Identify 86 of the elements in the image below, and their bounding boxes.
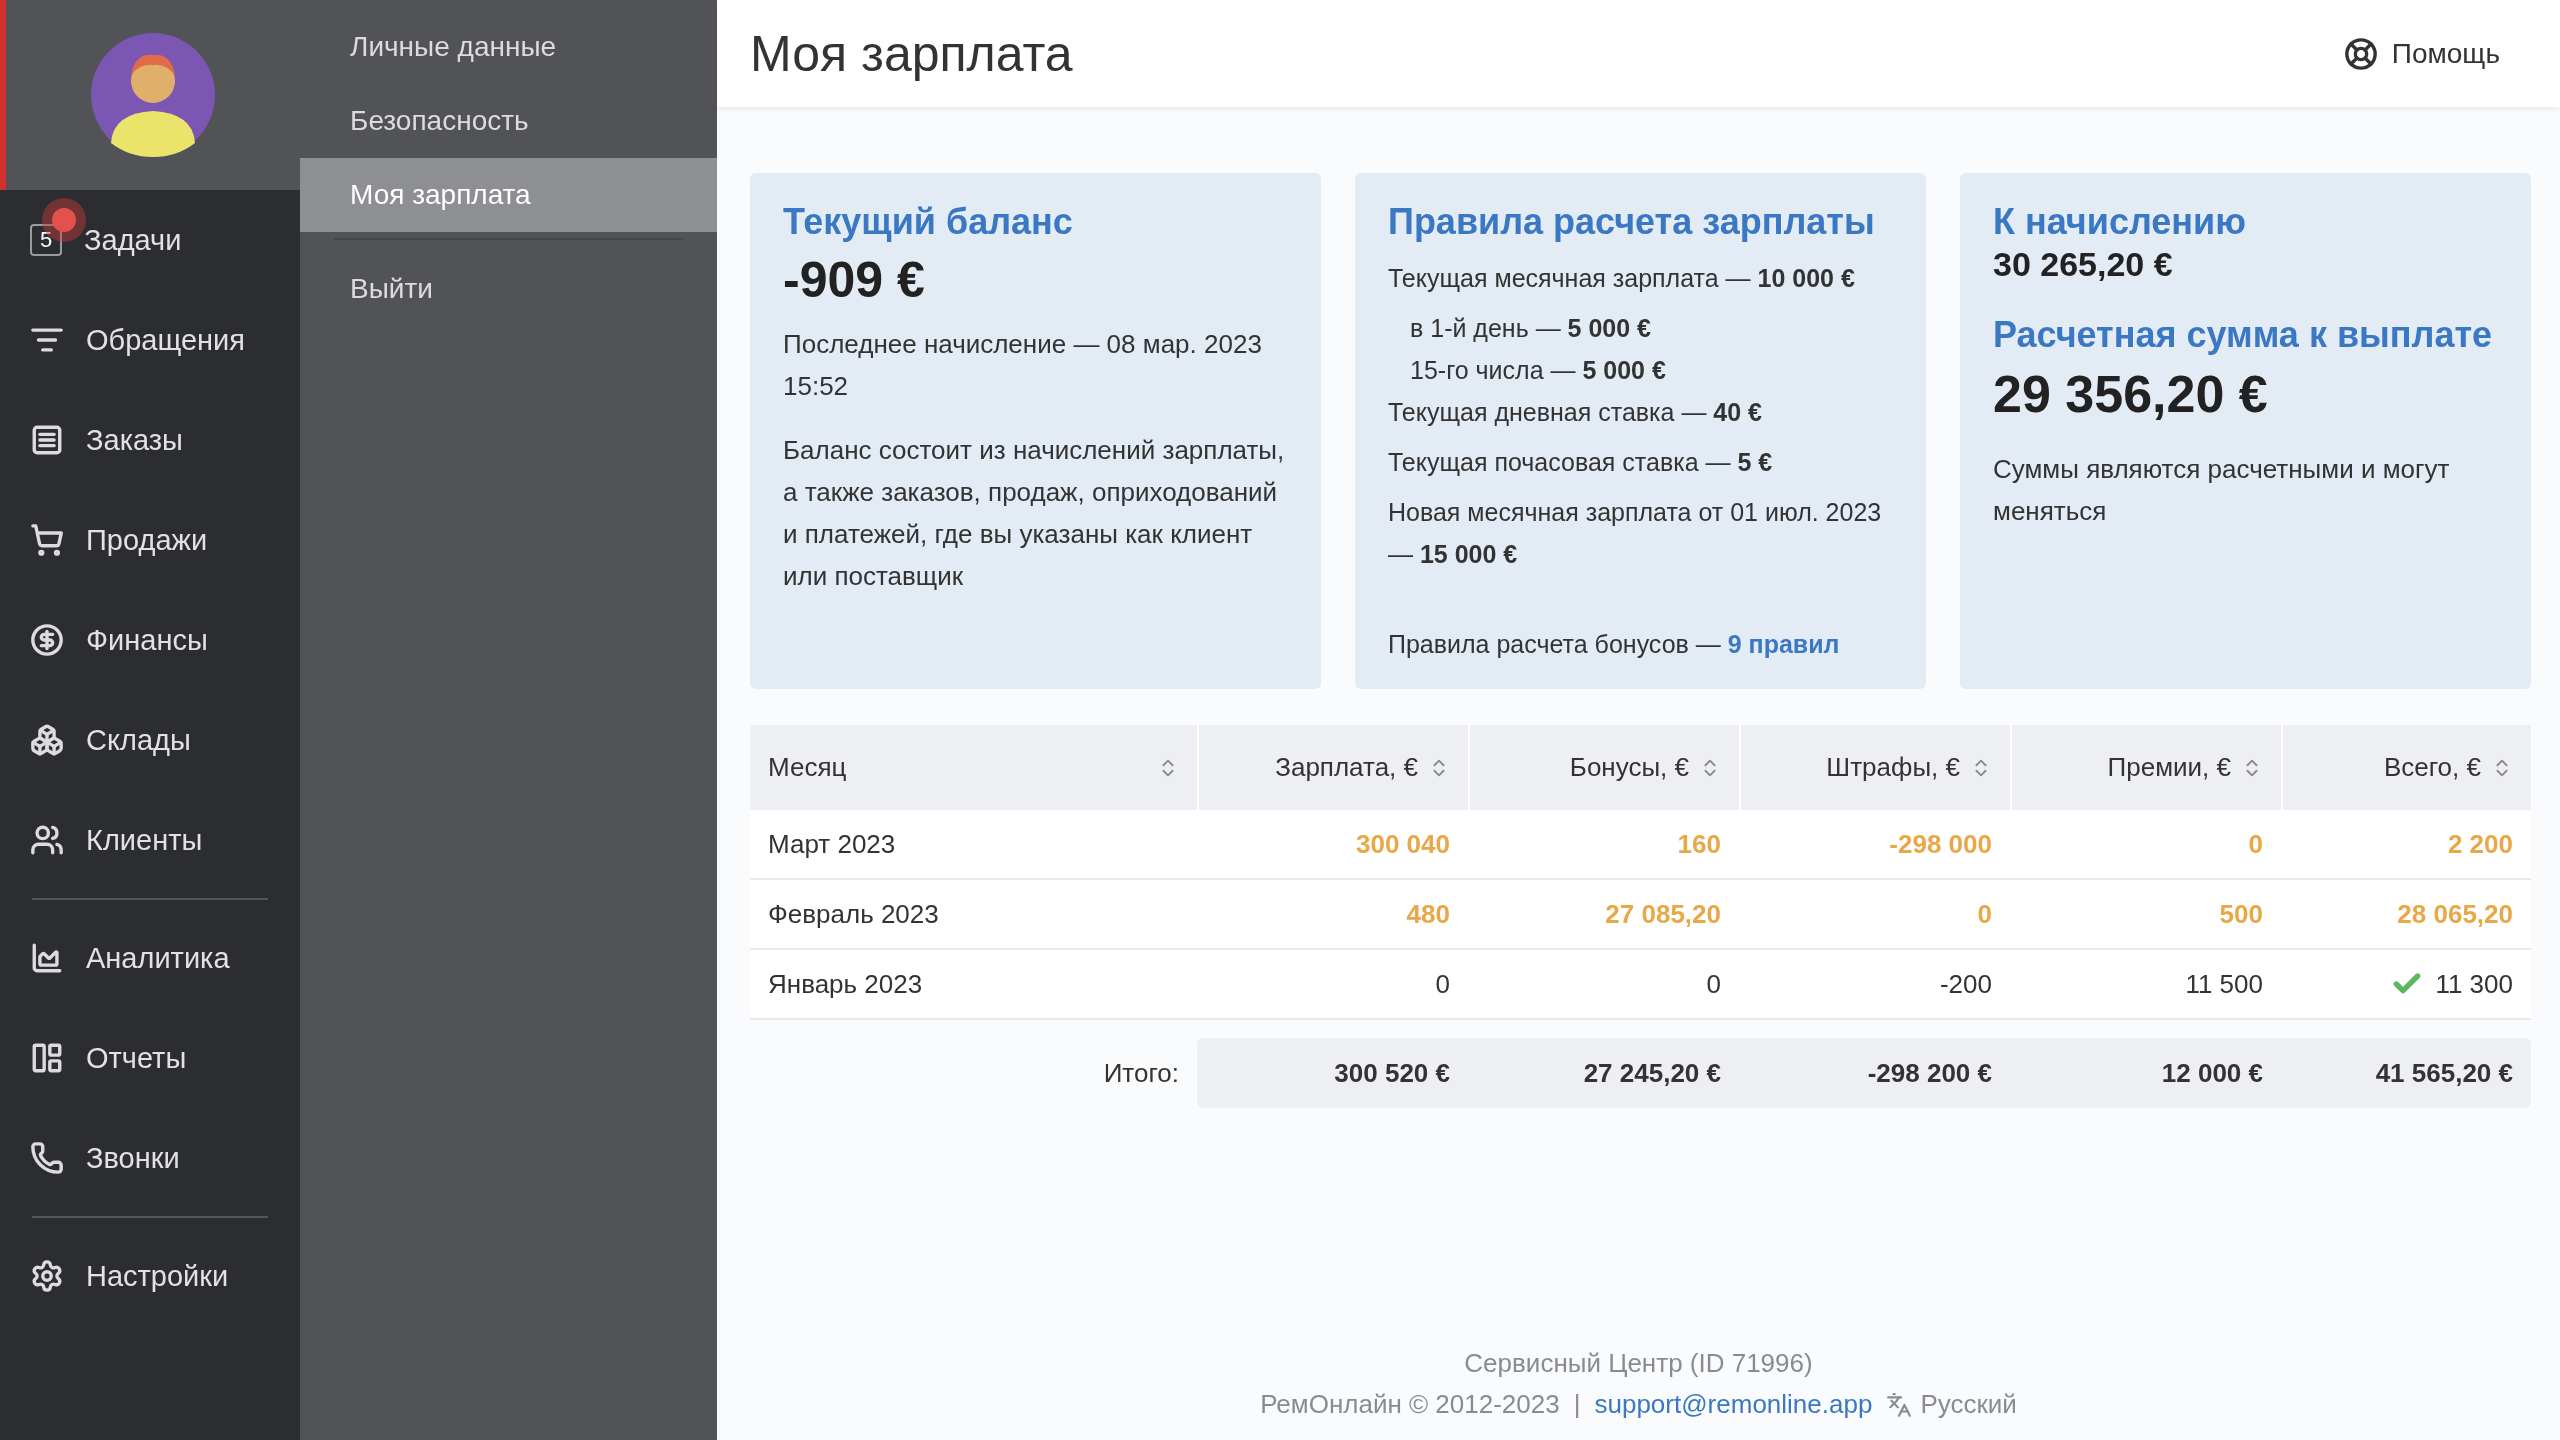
list-icon — [30, 423, 64, 457]
column-label: Зарплата, € — [1275, 752, 1418, 783]
nav-item[interactable]: Клиенты — [0, 790, 300, 890]
submenu-item[interactable]: Личные данные — [300, 10, 717, 84]
table-cell-text: 2 200 — [2446, 827, 2514, 861]
table-cell-text: -200 — [1938, 967, 1993, 1001]
submenu-item[interactable]: Безопасность — [300, 84, 717, 158]
help-link[interactable]: Помощь — [2343, 36, 2500, 71]
page-title: Моя зарплата — [750, 24, 1073, 83]
nav-item[interactable]: Звонки — [0, 1108, 300, 1208]
column-header[interactable]: Премии, € — [2010, 725, 2281, 810]
service-center-text: Сервисный Центр (ID 71996) — [1464, 1348, 1813, 1379]
card-title: Расчетная сумма к выплате — [1993, 314, 2494, 356]
table-cell-text: 0 — [1705, 967, 1722, 1001]
table-cell-text: 160 — [1676, 827, 1722, 861]
bonus-rules-link[interactable]: 9 правил — [1727, 630, 1840, 658]
copyright-text: РемОнлайн © 2012-2023 — [1260, 1389, 1560, 1420]
translate-icon — [1886, 1391, 1913, 1418]
lifebuoy-icon — [2343, 36, 2378, 71]
column-header[interactable]: Всего, € — [2281, 725, 2531, 810]
table-cell-text: 0 — [1976, 897, 1993, 931]
rule-line: в 1-й день — 5 000 € — [1410, 313, 1652, 344]
card-title: К начислению — [1993, 201, 2247, 243]
column-header[interactable]: Месяц — [750, 725, 1197, 810]
nav-item[interactable]: Аналитика — [0, 908, 300, 1008]
card-title: Правила расчета зарплаты — [1388, 201, 1876, 243]
balance-description: Баланс состоит из начислений зарплаты, а также заказов, продаж, оприходований и платежей, где вы указаны как клиент или поставщик — [783, 434, 1286, 593]
bonus-rules-text: Правила расчета бонусов — 9 правил — [1388, 629, 1841, 660]
nav-item[interactable]: Отчеты — [0, 1008, 300, 1108]
last-charge-text: Последнее начисление — 08 мар. 2023 15:52 — [783, 328, 1263, 403]
column-label: Штрафы, € — [1826, 752, 1960, 783]
payout-amount: 29 356,20 € — [1993, 364, 2269, 424]
separator-text: | — [1573, 1389, 1581, 1420]
column-label: Бонусы, € — [1569, 752, 1689, 783]
note-text: Суммы являются расчетными и могут меняться — [1993, 453, 2451, 528]
phone-icon — [30, 1141, 64, 1175]
nav-item[interactable]: Склады — [0, 690, 300, 790]
logout-link[interactable]: Выйти — [300, 252, 717, 326]
total-cell-text: 300 520 € — [1333, 1056, 1451, 1090]
nav-item[interactable]: 5 Задачи — [0, 190, 300, 290]
table-cell-text: 480 — [1405, 897, 1451, 931]
table-cell-text: 0 — [1434, 967, 1451, 1001]
table-cell-text: Март 2023 — [767, 827, 897, 861]
total-cell-text: 12 000 € — [2160, 1056, 2264, 1090]
boxes-icon — [30, 723, 64, 757]
column-header[interactable]: Зарплата, € — [1197, 725, 1468, 810]
table-cell-text: 27 085,20 — [1604, 897, 1722, 931]
nav-item[interactable]: Заказы — [0, 390, 300, 490]
rule-line: Текущая месячная зарплата — 10 000 € — [1388, 263, 1856, 294]
table-cell-text: -298 000 — [1888, 827, 1993, 861]
users-icon — [30, 823, 64, 857]
nav-item[interactable]: Продажи — [0, 490, 300, 590]
cell-text: 11 300 — [2435, 968, 2513, 1000]
nav-item[interactable]: Финансы — [0, 590, 300, 690]
table-cell-text: Февраль 2023 — [767, 897, 940, 931]
total-cell-text: -298 200 € — [1866, 1056, 1993, 1090]
table-icon — [30, 1041, 64, 1075]
nav-item[interactable]: Обращения — [0, 290, 300, 390]
total-cell-text: 41 565,20 € — [2374, 1056, 2514, 1090]
card-title: Текущий баланс — [783, 201, 1074, 243]
rule-line: Текущая почасовая ставка — 5 € — [1388, 447, 1774, 478]
column-label: Всего, € — [2383, 752, 2481, 783]
column-label: Месяц — [768, 752, 847, 783]
rule-line: Текущая дневная ставка — 40 € — [1388, 397, 1764, 428]
column-header[interactable]: Бонусы, € — [1468, 725, 1739, 810]
column-header[interactable]: Штрафы, € — [1739, 725, 2010, 810]
rule-line: 15-го числа — 5 000 € — [1410, 355, 1667, 386]
table-cell-text: 300 040 — [1355, 827, 1451, 861]
table-cell-text: 500 — [2218, 897, 2264, 931]
column-label: Премии, € — [2107, 752, 2231, 783]
rule-line: Новая месячная зарплата от 01 июл. 2023 — 15 000 € — [1388, 497, 1883, 570]
nav-item[interactable]: Настройки — [0, 1226, 300, 1326]
balance-amount: -909 € — [783, 251, 926, 309]
total-cell-text: 27 245,20 € — [1582, 1056, 1722, 1090]
chart-icon — [30, 941, 64, 975]
avatar[interactable] — [91, 33, 215, 157]
cart-icon — [30, 523, 64, 557]
totals-label: Итого: — [1102, 1056, 1180, 1090]
table-cell-text: 28 065,20 — [2396, 897, 2514, 931]
dollar-icon — [30, 623, 64, 657]
settings-icon — [30, 1259, 64, 1293]
accrual-amount: 30 265,20 € — [1993, 245, 2174, 284]
support-email-link[interactable]: support@remonline.app — [1594, 1389, 1873, 1420]
table-cell-text: Январь 2023 — [767, 967, 924, 1001]
table-cell-text: 0 — [2247, 827, 2264, 861]
table-cell-text: 11 500 — [2184, 967, 2264, 1001]
